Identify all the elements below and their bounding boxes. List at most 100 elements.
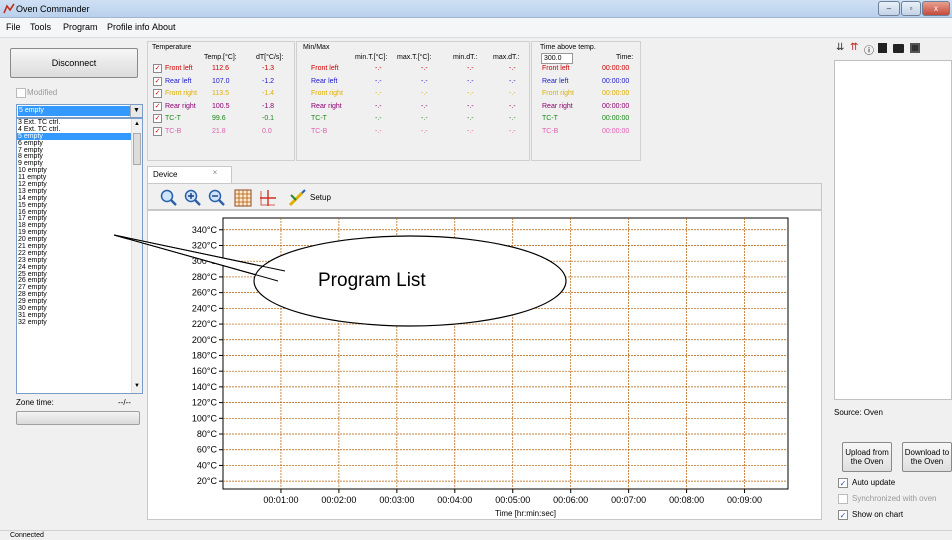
new-file-icon[interactable]	[878, 43, 887, 53]
minmax-channel-name: TC-T	[311, 115, 327, 122]
download-button[interactable]: Download to the Oven	[902, 442, 952, 472]
minimize-button[interactable]: –	[878, 1, 900, 16]
menu-program[interactable]: Program	[63, 22, 98, 32]
modified-checkbox[interactable]	[16, 88, 26, 98]
minmax-value: -.-	[375, 127, 382, 135]
channel-checkbox[interactable]: ✓	[153, 64, 162, 73]
x-tick-label: 00:03:00	[379, 495, 414, 505]
maximize-button[interactable]: ▫	[901, 1, 921, 16]
minmax-value: -.-	[509, 65, 516, 72]
chevron-down-icon[interactable]: ▼	[130, 105, 142, 117]
y-tick-label: 60°C	[197, 445, 218, 455]
time-above-input[interactable]: 300.0	[541, 53, 573, 64]
program-list-item[interactable]: 8 empty	[17, 153, 142, 161]
channel-checkbox[interactable]: ✓	[153, 126, 162, 136]
source-label: Source: Oven	[834, 408, 883, 417]
zoom-fit-icon[interactable]	[160, 189, 178, 207]
setup-icon[interactable]	[288, 189, 306, 207]
program-list-item[interactable]: 9 empty	[17, 160, 142, 167]
x-tick-label: 00:02:00	[321, 495, 356, 505]
crosshair-icon[interactable]	[259, 189, 277, 207]
program-list-item[interactable]: 13 empty	[17, 188, 142, 195]
channel-checkbox[interactable]: ✓	[153, 76, 162, 86]
upload-button[interactable]: Upload from the Oven	[842, 442, 892, 472]
y-tick-label: 140°C	[192, 382, 218, 392]
minmax-title: Min/Max	[303, 44, 330, 51]
program-list-item[interactable]: 11 empty	[17, 174, 142, 181]
setup-label[interactable]: Setup	[310, 193, 331, 202]
program-list-item[interactable]: 6 empty	[17, 140, 142, 147]
menu-about[interactable]: About	[152, 22, 176, 32]
channel-name: TC-T	[165, 115, 181, 122]
time-above-value: 00:00:00	[602, 127, 630, 135]
program-list-item[interactable]: 14 empty	[17, 195, 142, 202]
grid-icon[interactable]	[234, 189, 252, 207]
program-list-item[interactable]: 10 empty	[17, 167, 142, 174]
sort-icon[interactable]: ⇊	[836, 42, 844, 53]
show-on-chart-checkbox[interactable]: ✓	[838, 510, 848, 520]
disconnect-button[interactable]: Disconnect	[10, 48, 138, 78]
channel-name: Rear left	[165, 77, 192, 85]
minmax-value: -.-	[375, 115, 382, 122]
synchronized-checkbox[interactable]	[838, 494, 848, 504]
channel-checkbox[interactable]: ✓	[153, 114, 162, 123]
zone-time-progress	[16, 411, 140, 425]
menu-tools[interactable]: Tools	[30, 22, 51, 32]
channel-temp: 100.5	[212, 102, 230, 110]
synchronized-label: Synchronized with oven	[852, 494, 937, 503]
y-tick-label: 120°C	[192, 398, 218, 408]
channel-dt: -1.4	[262, 90, 275, 97]
y-tick-label: 80°C	[197, 429, 218, 439]
close-button[interactable]: x	[922, 1, 950, 16]
time-above-value: 00:00:00	[602, 115, 630, 122]
program-list-item[interactable]: 12 empty	[17, 181, 142, 188]
program-list-item[interactable]: 5 empty	[17, 132, 142, 140]
time-above-value: 00:00:00	[602, 77, 630, 85]
channel-dt: -1.8	[262, 102, 275, 110]
sort-desc-icon[interactable]: ⇈	[850, 42, 858, 53]
menu-file[interactable]: File	[6, 22, 21, 32]
title-bar: Oven Commander – ▫ x	[0, 0, 952, 18]
minmax-value: -.-	[375, 77, 382, 85]
minmax-value: -.-	[467, 77, 474, 85]
channel-dt: 0.0	[262, 127, 272, 135]
channel-temp: 107.0	[212, 77, 230, 85]
time-header: Time:	[616, 54, 634, 61]
info-icon[interactable]: ⓘ	[864, 42, 874, 57]
channel-temp: 21.8	[212, 127, 226, 135]
x-tick-label: 00:09:00	[727, 495, 762, 505]
profile-list-panel[interactable]	[834, 60, 952, 400]
auto-update-checkbox[interactable]: ✓	[838, 478, 848, 488]
temperature-title: Temperature	[152, 44, 192, 51]
zoom-in-icon[interactable]	[184, 189, 202, 207]
scroll-thumb[interactable]	[133, 133, 141, 165]
channel-checkbox[interactable]: ✓	[153, 101, 162, 111]
program-list-item[interactable]: 3 Ext. TC ctrl.	[17, 119, 142, 126]
program-select[interactable]: 5 empty ▼	[16, 104, 143, 118]
channel-checkbox[interactable]: ✓	[153, 89, 162, 98]
program-list-item[interactable]: 16 empty	[17, 209, 142, 216]
time-above-channel: Rear left	[542, 77, 569, 85]
minmax-channel-name: Rear left	[311, 77, 338, 85]
menu-profile-info[interactable]: Profile info	[107, 22, 150, 32]
time-above-group: Time above temp. 300.0 Time: Front left 0…	[531, 41, 641, 161]
tab-close-icon[interactable]: ×	[210, 168, 220, 178]
status-text: Connected	[10, 532, 44, 539]
modified-label: Modified	[27, 88, 58, 97]
scroll-up-icon[interactable]: ▲	[132, 119, 142, 129]
program-list-item[interactable]: 7 empty	[17, 147, 142, 154]
zone-time-value: --/--	[118, 398, 131, 407]
program-list-item[interactable]: 4 Ext. TC ctrl.	[17, 126, 142, 133]
y-tick-label: 200°C	[192, 335, 218, 345]
show-on-chart-label: Show on chart	[852, 510, 904, 519]
minmax-value: -.-	[467, 102, 474, 110]
zoom-out-icon[interactable]	[208, 189, 226, 207]
time-above-channel: TC-B	[542, 127, 559, 135]
zone-time-label: Zone time:	[16, 398, 54, 407]
program-list-item[interactable]: 15 empty	[17, 202, 142, 209]
save-icon[interactable]	[910, 43, 920, 53]
scroll-down-icon[interactable]: ▼	[132, 381, 142, 391]
open-folder-icon[interactable]	[893, 44, 904, 53]
program-list-item[interactable]: 17 empty	[17, 215, 142, 223]
channel-name: Rear right	[165, 102, 196, 110]
